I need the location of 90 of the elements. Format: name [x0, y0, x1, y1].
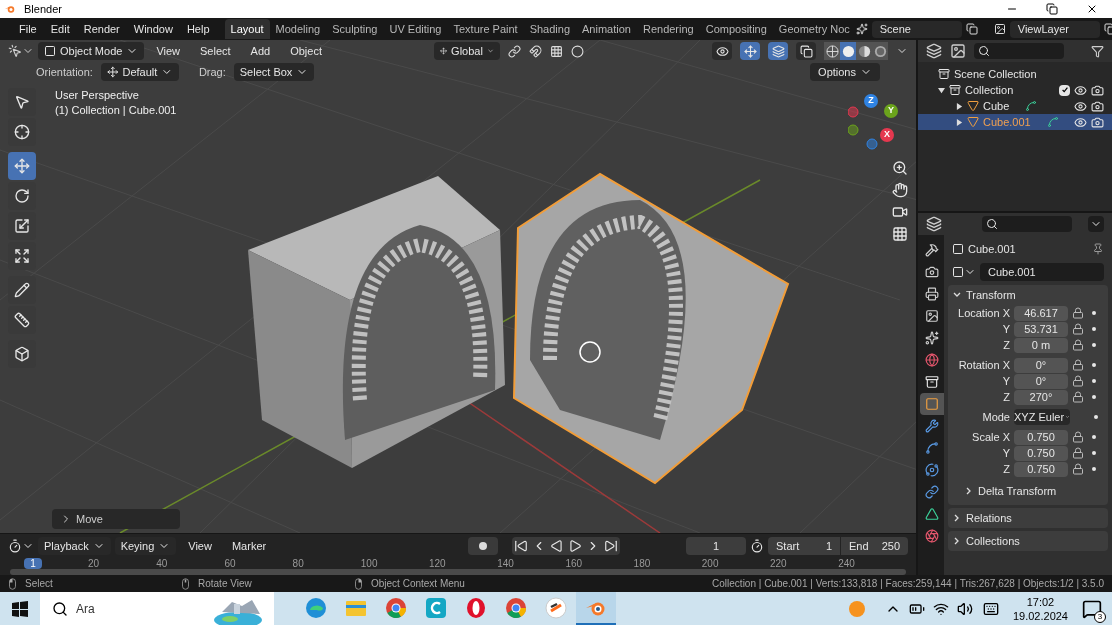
field-label: Mode: [981, 409, 1010, 425]
frame-number: 60: [224, 558, 236, 569]
menu-item[interactable]: Edit: [43, 20, 77, 38]
timeline-menu[interactable]: View: [180, 537, 220, 555]
current-frame-field[interactable]: 1: [686, 537, 746, 555]
timeline-menu[interactable]: Playback: [38, 537, 111, 555]
clock-date: 19.02.2024: [1012, 608, 1068, 623]
orientation-dropdown[interactable]: Global: [434, 42, 500, 60]
menu-item[interactable]: Add: [242, 42, 279, 60]
frame-number: 40: [156, 558, 168, 569]
field-label: Scale X: [971, 429, 1010, 445]
collection-row[interactable]: Collection: [918, 82, 1112, 98]
field-label: Z: [1002, 461, 1010, 477]
taskbar-search-field[interactable]: Ara: [40, 592, 274, 625]
frame-number: 160: [565, 558, 583, 569]
field-label: Y: [1001, 321, 1010, 337]
frame-number: 240: [838, 558, 855, 569]
workspace-tab[interactable]: Layout: [224, 19, 270, 39]
menu-item[interactable]: Render: [76, 20, 127, 38]
workspace-tab[interactable]: Rendering: [636, 19, 700, 39]
panel-header[interactable]: Relations: [948, 508, 1108, 528]
options-dropdown[interactable]: Options: [810, 63, 880, 81]
field-label: Y: [1001, 373, 1010, 389]
object-row[interactable]: Cube.001: [918, 114, 1112, 130]
drag-dropdown[interactable]: Select Box: [233, 63, 315, 81]
frame-number: 140: [497, 558, 514, 569]
frame-number: 220: [770, 558, 787, 569]
scene-statistics: Collection | Cube.001 | Verts:133,818 | Faces:259,144 | Tris:267,628 | Objects:1/2 | 3.5.0: [712, 577, 1104, 591]
frame-number: 180: [633, 558, 651, 569]
frame-number: 20: [88, 558, 100, 569]
field-label: Location X: [957, 305, 1010, 321]
timeline-menu[interactable]: Keying: [114, 537, 177, 555]
workspace-tab[interactable]: Compositing: [699, 19, 773, 39]
field-label: Rotation X: [957, 357, 1010, 373]
workspace-tab[interactable]: Modeling: [269, 19, 327, 39]
scene-field[interactable]: Scene: [871, 20, 962, 38]
field-label: Z: [1002, 389, 1010, 405]
workspace-tab[interactable]: Texture Paint: [447, 19, 524, 39]
object-name: Cube.001: [968, 241, 1016, 257]
panel-header[interactable]: Collections: [948, 531, 1108, 551]
panel-header[interactable]: Transform: [948, 285, 1108, 305]
menu-item[interactable]: Select: [192, 42, 239, 60]
playhead[interactable]: 1: [24, 558, 42, 569]
workspace-tab[interactable]: Animation: [576, 19, 637, 39]
view-layer-field[interactable]: ViewLayer: [1009, 20, 1100, 38]
orientation-label: Orientation:: [36, 64, 93, 80]
frame-number: 200: [701, 558, 719, 569]
frame-number: 100: [360, 558, 378, 569]
menu-item[interactable]: Help: [179, 20, 217, 38]
mode-dropdown[interactable]: Object Mode: [38, 42, 145, 60]
field-label: Y: [1001, 445, 1010, 461]
menu-item[interactable]: Object: [282, 42, 330, 60]
workspace-tab[interactable]: Shading: [523, 19, 577, 39]
status-hint: Rotate View: [198, 577, 252, 591]
number-field[interactable]: 0°: [1014, 357, 1068, 373]
number-field[interactable]: 0°: [1014, 373, 1068, 389]
number-field[interactable]: 0 m: [1014, 337, 1068, 353]
timeline-menu[interactable]: Marker: [223, 537, 275, 555]
workspace-tab[interactable]: UV Editing: [383, 19, 448, 39]
frame-number: 120: [429, 558, 446, 569]
status-hint: Select: [25, 577, 53, 591]
menu-item[interactable]: File: [12, 20, 44, 38]
workspace-tab[interactable]: Sculpting: [326, 19, 384, 39]
object-row[interactable]: Cube: [918, 98, 1112, 114]
frame-number: 80: [292, 558, 304, 569]
drag-label: Drag:: [198, 64, 226, 80]
number-field[interactable]: 46.617: [1014, 305, 1068, 321]
object-name-field[interactable]: Cube.001: [980, 263, 1104, 281]
viewport-info-text: (1) Collection | Cube.001: [55, 103, 177, 118]
number-field[interactable]: 270°: [1014, 389, 1068, 405]
transform-orientation-dropdown[interactable]: Default: [100, 63, 179, 81]
menu-item[interactable]: View: [148, 42, 189, 60]
last-operator-panel[interactable]: Move: [52, 509, 180, 529]
scene-collection-label[interactable]: Scene Collection: [954, 65, 1037, 83]
start-frame-field[interactable]: Start 1: [768, 537, 840, 555]
viewport-info-text: User Perspective: [55, 88, 140, 103]
menu-item[interactable]: Window: [126, 20, 180, 38]
number-field[interactable]: 0.750: [1014, 461, 1068, 477]
clock-time: 17:02: [1026, 594, 1055, 609]
window-title: Blender: [24, 1, 62, 17]
workspace-tab[interactable]: Geometry Noc: [772, 19, 856, 39]
subpanel-header[interactable]: Delta Transform: [948, 481, 1108, 501]
end-frame-field[interactable]: End 250: [840, 537, 908, 555]
number-field[interactable]: 53.731: [1014, 321, 1068, 337]
number-field[interactable]: 0.750: [1014, 445, 1068, 461]
field-label: Z: [1002, 337, 1010, 353]
status-hint: Object Context Menu: [371, 577, 465, 591]
number-field[interactable]: 0.750: [1014, 429, 1068, 445]
mode-dropdown[interactable]: XYZ Euler: [1014, 409, 1070, 425]
notification-count: 3: [1094, 610, 1106, 623]
